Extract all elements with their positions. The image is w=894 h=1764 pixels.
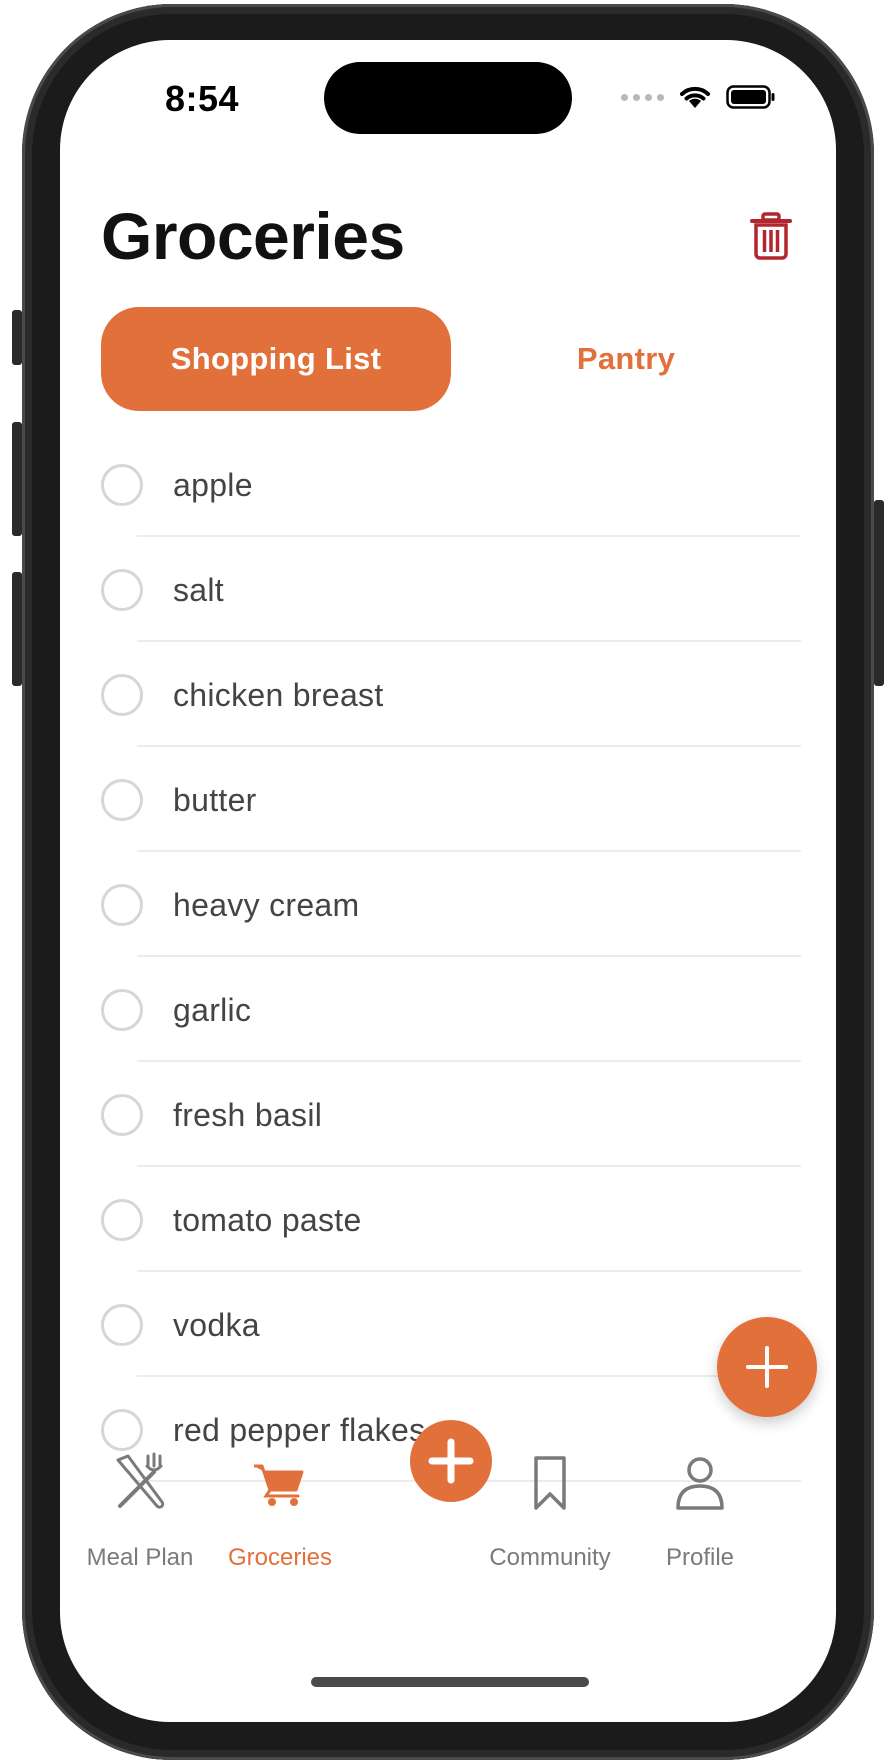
- list-item[interactable]: apple: [101, 435, 801, 540]
- list-item[interactable]: tomato paste: [101, 1170, 801, 1275]
- item-label: salt: [173, 572, 224, 608]
- item-label: heavy cream: [173, 887, 360, 923]
- checkbox[interactable]: [101, 779, 143, 821]
- divider: [137, 1165, 801, 1167]
- phone-side-button: [874, 500, 884, 686]
- item-label: butter: [173, 782, 257, 818]
- item-label: garlic: [173, 992, 252, 1028]
- list-item[interactable]: chicken breast: [101, 645, 801, 750]
- add-item-button[interactable]: [717, 1317, 817, 1417]
- wifi-icon: [680, 86, 710, 108]
- tab-label: Meal Plan: [86, 1544, 194, 1571]
- item-label: fresh basil: [173, 1097, 323, 1133]
- checkbox[interactable]: [101, 674, 143, 716]
- signal-dots-icon: [621, 93, 664, 101]
- phone-side-button: [12, 422, 22, 536]
- checkbox[interactable]: [101, 1094, 143, 1136]
- fork-knife-icon: [116, 1452, 165, 1509]
- item-label: apple: [173, 467, 253, 503]
- item-label: tomato paste: [173, 1202, 362, 1238]
- list-item[interactable]: butter: [101, 750, 801, 855]
- list-item[interactable]: salt: [101, 540, 801, 645]
- tab-label: Profile: [665, 1544, 735, 1571]
- phone-side-button: [12, 572, 22, 686]
- checkbox[interactable]: [101, 989, 143, 1031]
- checkbox[interactable]: [101, 569, 143, 611]
- bottom-tab-bar: Meal Plan Groceries Community Profile: [60, 1420, 836, 1590]
- page-title: Groceries: [101, 199, 405, 273]
- trash-icon[interactable]: [750, 212, 792, 260]
- checkbox[interactable]: [101, 884, 143, 926]
- tab-profile[interactable]: Profile: [620, 1420, 780, 1580]
- divider: [137, 850, 801, 852]
- divider: [137, 1270, 801, 1272]
- dynamic-island: [324, 62, 572, 134]
- battery-icon: [726, 85, 775, 109]
- tab-pantry[interactable]: Pantry: [451, 307, 801, 411]
- tab-shopping-list[interactable]: Shopping List: [101, 307, 451, 411]
- bookmark-icon: [534, 1456, 566, 1510]
- divider: [137, 535, 801, 537]
- checkbox[interactable]: [101, 1304, 143, 1346]
- plus-icon: [746, 1346, 788, 1388]
- tab-community[interactable]: Community: [470, 1420, 630, 1580]
- tab-label: Groceries: [227, 1544, 333, 1571]
- item-label: vodka: [173, 1307, 260, 1343]
- divider: [137, 1375, 801, 1377]
- tab-groceries[interactable]: Groceries: [200, 1420, 360, 1580]
- cart-icon: [254, 1464, 304, 1506]
- status-icons: [621, 84, 776, 110]
- divider: [137, 1060, 801, 1062]
- checkbox[interactable]: [101, 464, 143, 506]
- list-item[interactable]: fresh basil: [101, 1065, 801, 1170]
- home-indicator: [311, 1677, 589, 1687]
- divider: [137, 640, 801, 642]
- divider: [137, 955, 801, 957]
- list-item[interactable]: heavy cream: [101, 855, 801, 960]
- tab-label: Community: [489, 1544, 611, 1571]
- phone-side-button: [12, 310, 22, 365]
- item-label: chicken breast: [173, 677, 384, 713]
- checkbox[interactable]: [101, 1199, 143, 1241]
- list-item[interactable]: garlic: [101, 960, 801, 1065]
- list-item[interactable]: vodka: [101, 1275, 801, 1380]
- divider: [137, 745, 801, 747]
- tab-meal-plan[interactable]: Meal Plan: [60, 1420, 220, 1580]
- person-icon: [676, 1457, 724, 1510]
- status-time: 8:54: [165, 78, 240, 119]
- shopping-list: apple salt chicken breast butter heavy c…: [101, 435, 801, 1485]
- list-segmented-control: Shopping List Pantry: [101, 307, 801, 411]
- app-screen: 8:54 Groceries Shopping List Pantry appl…: [60, 40, 836, 1722]
